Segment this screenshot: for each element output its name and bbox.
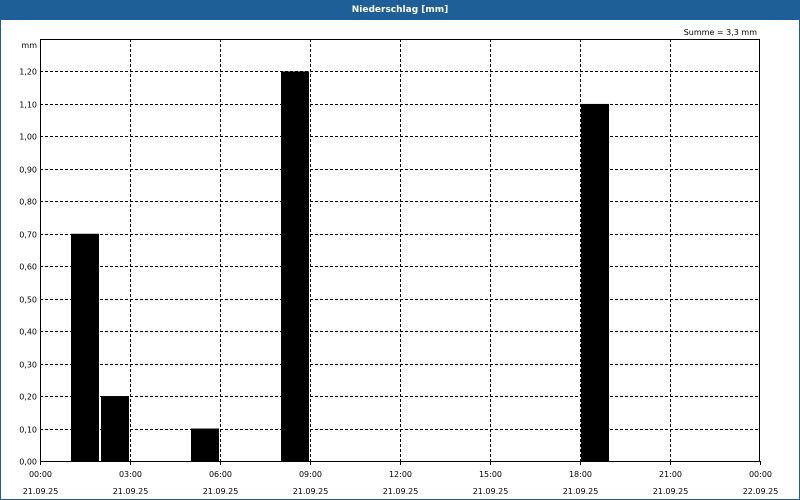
y-tick-label: 0,20 xyxy=(19,393,37,402)
precipitation-chart: 0,00 0,10 0,20 0,30 0,40 0,50 0,60 0,70 0,80 0,90… xyxy=(19,28,779,496)
y-tick-label: 0,60 xyxy=(19,263,37,272)
x-tick-time: 21:00 xyxy=(659,470,682,479)
x-tick-time: 00:00 xyxy=(749,470,772,479)
y-tick-label: 0,50 xyxy=(19,296,37,305)
x-tick-time: 00:00 xyxy=(29,470,52,479)
y-axis-label: mm xyxy=(21,41,37,50)
x-tick-time: 03:00 xyxy=(119,470,142,479)
y-tick-label: 0,40 xyxy=(19,328,37,337)
sum-annotation: Summe = 3,3 mm xyxy=(684,28,758,37)
precipitation-bar xyxy=(71,233,99,461)
precipitation-bar xyxy=(191,428,219,461)
y-tick-label: 0,70 xyxy=(19,231,37,240)
y-tick-label: 0,90 xyxy=(19,166,37,175)
y-tick-label: 1,20 xyxy=(19,68,37,77)
x-tick-date: 21.09.25 xyxy=(653,487,689,496)
x-tick-date: 21.09.25 xyxy=(563,487,599,496)
y-tick-label: 0,10 xyxy=(19,426,37,435)
x-tick-time: 15:00 xyxy=(479,470,502,479)
x-tick-time: 18:00 xyxy=(569,470,592,479)
precipitation-bar xyxy=(101,396,129,461)
x-tick-date: 21.09.25 xyxy=(23,487,59,496)
x-tick-date: 21.09.25 xyxy=(203,487,239,496)
y-tick-label: 1,00 xyxy=(19,133,37,142)
y-tick-label: 0,80 xyxy=(19,198,37,207)
x-tick-date: 21.09.25 xyxy=(293,487,329,496)
x-tick-time: 09:00 xyxy=(299,470,322,479)
x-tick-date: 21.09.25 xyxy=(383,487,419,496)
x-tick-date: 21.09.25 xyxy=(473,487,509,496)
y-tick-label: 0,00 xyxy=(19,458,37,467)
x-tick-time: 12:00 xyxy=(389,470,412,479)
x-tick-date: 22.09.25 xyxy=(743,487,779,496)
y-tick-label: 1,10 xyxy=(19,101,37,110)
chart-window: Niederschlag [mm] 0,00 0,10 0,20 0,30 0,40 0,… xyxy=(0,0,800,500)
precipitation-bar xyxy=(581,103,609,461)
x-tick-time: 06:00 xyxy=(209,470,232,479)
precipitation-bar xyxy=(281,71,309,461)
x-tick-date: 21.09.25 xyxy=(113,487,149,496)
y-tick-label: 0,30 xyxy=(19,361,37,370)
